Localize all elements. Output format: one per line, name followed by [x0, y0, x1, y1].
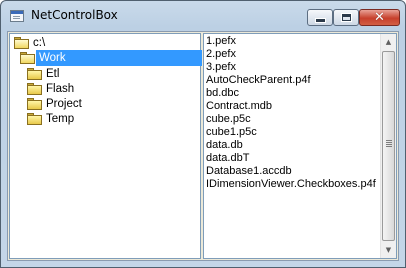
folder-open-icon [20, 52, 36, 64]
scroll-down-icon[interactable]: ▼ [381, 242, 396, 258]
folder-icon [27, 98, 43, 110]
minimize-button[interactable] [307, 9, 333, 26]
list-item[interactable]: 3.pefx [206, 61, 236, 74]
maximize-button[interactable] [333, 9, 359, 26]
app-window: NetControlBox ✕ c:\ Work Etl Flash Proje… [0, 0, 406, 268]
list-item[interactable]: data.dbT [206, 152, 249, 165]
tree-node-label: Project [46, 98, 82, 110]
minimize-icon [314, 17, 326, 23]
tree-node-temp[interactable]: Temp [27, 111, 74, 127]
list-item[interactable]: bd.dbc [206, 87, 239, 100]
scrollbar-thumb[interactable] [382, 51, 395, 241]
client-area: c:\ Work Etl Flash Project Temp 1.pefx 2… [7, 31, 399, 261]
folder-icon [27, 68, 43, 80]
list-item[interactable]: AutoCheckParent.p4f [206, 74, 311, 87]
list-item[interactable]: data.db [206, 139, 243, 152]
list-item[interactable]: Contract.mdb [206, 100, 272, 113]
scroll-up-icon[interactable]: ▲ [381, 34, 396, 50]
tree-node-project[interactable]: Project [27, 96, 82, 112]
tree-node-flash[interactable]: Flash [27, 81, 74, 97]
tree-node-label: c:\ [33, 37, 46, 49]
list-item[interactable]: cube1.p5c [206, 126, 257, 139]
list-item[interactable]: IDimensionViewer.Checkboxes.p4f [206, 178, 376, 191]
maximize-icon [340, 13, 352, 22]
folder-open-icon [14, 37, 30, 49]
tree-node-label: Temp [46, 113, 75, 125]
list-item[interactable]: cube.p5c [206, 113, 251, 126]
folder-icon [27, 83, 43, 95]
grip-icon [386, 140, 392, 141]
folder-tree[interactable]: c:\ Work Etl Flash Project Temp [9, 33, 202, 259]
tree-node-etl[interactable]: Etl [27, 66, 59, 82]
close-button[interactable]: ✕ [359, 9, 400, 26]
title-bar[interactable]: NetControlBox ✕ [1, 1, 405, 31]
tree-node-label: Etl [46, 68, 60, 80]
window-title: NetControlBox [31, 8, 118, 22]
close-icon: ✕ [374, 10, 385, 25]
tree-node-label: Work [39, 52, 66, 64]
tree-node-root[interactable]: c:\ [14, 35, 45, 51]
vertical-scrollbar[interactable]: ▲ ▼ [380, 34, 396, 258]
app-icon[interactable] [10, 10, 24, 22]
tree-node-work[interactable]: Work [20, 50, 66, 66]
file-list[interactable]: 1.pefx 2.pefx 3.pefx AutoCheckParent.p4f… [203, 33, 397, 259]
list-item[interactable]: 2.pefx [206, 48, 236, 61]
folder-icon [27, 113, 43, 125]
tree-node-label: Flash [46, 83, 75, 95]
list-item[interactable]: Database1.accdb [206, 165, 292, 178]
list-item[interactable]: 1.pefx [206, 35, 236, 48]
